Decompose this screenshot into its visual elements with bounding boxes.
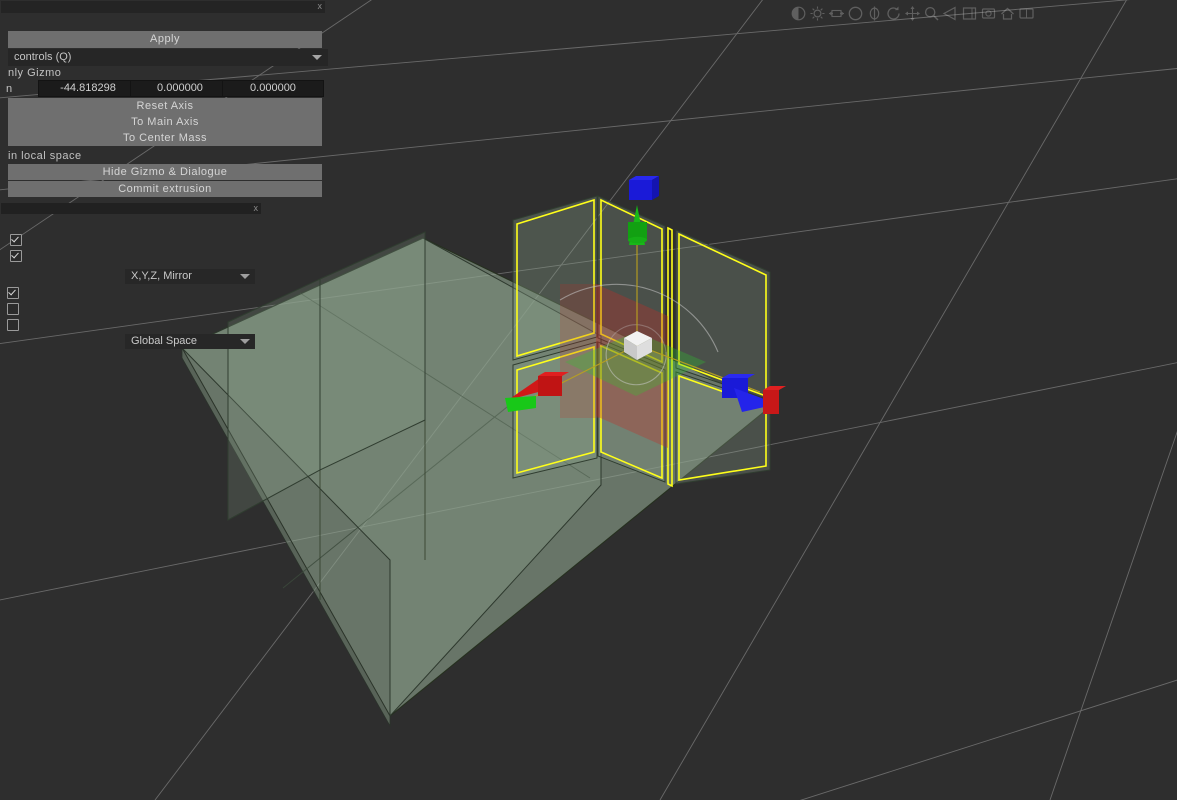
show-symmetry-plane-checkbox[interactable] (10, 250, 22, 262)
local-space-label: in local space (8, 150, 82, 162)
x-axis-checkbox[interactable] (7, 287, 19, 299)
magnifier-icon[interactable] (923, 5, 940, 22)
frame-icon[interactable] (961, 5, 978, 22)
chevron-down-icon[interactable] (240, 339, 250, 344)
light-icon[interactable] (809, 5, 826, 22)
viewport-display-toolbar[interactable] (790, 2, 1090, 24)
chevron-down-icon[interactable] (312, 55, 322, 60)
move-arrows-icon[interactable] (828, 5, 845, 22)
commit-extrusion-button[interactable]: Commit extrusion (8, 181, 322, 197)
global-space-value: Global Space (131, 335, 198, 347)
z-axis-checkbox[interactable] (7, 319, 19, 331)
axis-value-x[interactable]: -44.818298 (38, 80, 138, 97)
to-center-mass-button[interactable]: To Center Mass (8, 130, 322, 146)
axis-value-y[interactable]: 0.000000 (130, 80, 230, 97)
global-space-dropdown[interactable]: Global Space (125, 334, 255, 349)
enable-symmetry-checkbox[interactable] (10, 234, 22, 246)
camera-icon[interactable] (980, 5, 997, 22)
viewport-3d[interactable]: x s Apply controls (Q) nly Gizmo n -44.8… (0, 0, 1177, 800)
shading-contrast-icon[interactable] (790, 5, 807, 22)
gizmo-z-handle-top (629, 176, 659, 200)
apply-button[interactable]: Apply (8, 31, 322, 48)
symmetry-type-dropdown[interactable]: X,Y,Z, Mirror (125, 269, 255, 284)
reset-axis-button[interactable]: Reset Axis (8, 98, 322, 114)
axis-row-label: n (6, 83, 13, 95)
symmetry-panel-titlebar[interactable]: x (1, 203, 261, 214)
y-axis-checkbox[interactable] (7, 303, 19, 315)
layout-icon[interactable] (1018, 5, 1035, 22)
circle-arrow-icon[interactable] (885, 5, 902, 22)
hide-gizmo-dialogue-button[interactable]: Hide Gizmo & Dialogue (8, 164, 322, 180)
chevron-down-icon[interactable] (240, 274, 250, 279)
symmetry-panel-close-icon[interactable]: x (254, 203, 259, 213)
sphere-icon[interactable] (847, 5, 864, 22)
four-arrows-icon[interactable] (904, 5, 921, 22)
left-panel-titlebar[interactable]: x (1, 1, 325, 13)
symmetry-type-value: X,Y,Z, Mirror (131, 270, 192, 282)
cone-icon[interactable] (942, 5, 959, 22)
left-panel-close-icon[interactable]: x (318, 1, 323, 11)
controls-dropdown-value: controls (Q) (14, 51, 72, 63)
controls-dropdown[interactable]: controls (Q) (8, 49, 328, 66)
only-gizmo-label: nly Gizmo (8, 67, 62, 79)
extrusion-tool-panel[interactable]: x s Apply controls (Q) nly Gizmo n -44.8… (0, 0, 328, 202)
axis-value-z[interactable]: 0.000000 (222, 80, 324, 97)
phi-icon[interactable] (866, 5, 883, 22)
to-main-axis-button[interactable]: To Main Axis (8, 114, 322, 130)
home-icon[interactable] (999, 5, 1016, 22)
